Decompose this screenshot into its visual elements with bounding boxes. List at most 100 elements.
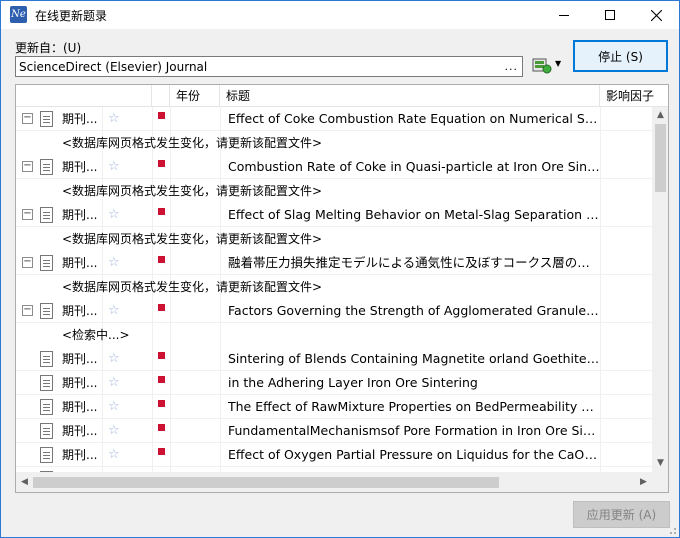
reference-title: Factors Governing the Strength of Agglom… [228, 303, 600, 318]
table-row[interactable]: − 期刊... ☆ Effect of Slag Melting Behavior o… [16, 203, 652, 227]
status-row[interactable]: <数据库网页格式发生变化，请更新该配置文件> [16, 179, 652, 203]
star-icon[interactable]: ☆ [108, 447, 120, 463]
star-icon[interactable]: ☆ [108, 423, 120, 439]
reference-type: 期刊... [62, 400, 98, 414]
star-icon[interactable]: ☆ [108, 207, 120, 223]
header-title[interactable]: 标题 [220, 85, 600, 107]
close-button[interactable] [633, 1, 679, 29]
header-flag[interactable] [152, 85, 170, 107]
document-icon [40, 423, 53, 439]
maximize-icon [605, 10, 615, 20]
document-icon [40, 447, 53, 463]
reference-title: Effect of Coke Combustion Rate Equation … [228, 111, 600, 126]
collapse-icon[interactable]: − [22, 257, 33, 268]
status-message: <数据库网页格式发生变化，请更新该配置文件> [62, 280, 323, 294]
status-row[interactable]: <检索中...> [16, 323, 652, 347]
star-icon[interactable]: ☆ [108, 111, 120, 127]
star-icon[interactable]: ☆ [108, 159, 120, 175]
reference-type: 期刊... [62, 424, 98, 438]
reference-type: 期刊... [62, 256, 98, 270]
table-row[interactable]: − 期刊... ☆ 融着帯圧力損失推定モデルによる通気性に及ぼすコークス層の影響 [16, 251, 652, 275]
title-bar[interactable]: Ne 在线更新题录 [1, 1, 679, 29]
scroll-down-icon[interactable]: ▼ [652, 455, 668, 472]
status-row[interactable]: <数据库网页格式发生变化，请更新该配置文件> [16, 131, 652, 155]
reference-title: Combustion Rate of Coke in Quasi-particl… [228, 159, 600, 174]
flag-icon [158, 304, 165, 311]
reference-title: Effect of Slag Melting Behavior on Metal… [228, 207, 600, 222]
collapse-icon[interactable]: − [22, 161, 33, 172]
header-year[interactable]: 年份 [170, 85, 220, 107]
reference-type: 期刊... [62, 112, 98, 126]
horizontal-scrollbar[interactable]: ◀ ▶ [16, 472, 652, 492]
flag-icon [158, 376, 165, 383]
reference-title: The Effect of RawMixture Properties on B… [228, 399, 600, 414]
reference-type: 期刊... [62, 160, 98, 174]
resize-grip-icon[interactable] [667, 525, 677, 535]
table-row[interactable]: 期刊... ☆ FundamentalMechanismsof Pore Forma… [16, 419, 652, 443]
app-logo-icon: Ne [10, 6, 27, 23]
table-row[interactable]: − 期刊... ☆ Combustion Rate of Coke in Quasi-… [16, 155, 652, 179]
table-row[interactable]: − 期刊... ☆ Effect of Coke Combustion Rate Eq… [16, 107, 652, 131]
status-message: <数据库网页格式发生变化，请更新该配置文件> [62, 232, 323, 246]
document-icon [40, 303, 53, 319]
database-icon[interactable] [532, 56, 552, 74]
flag-icon [158, 256, 165, 263]
maximize-button[interactable] [587, 1, 633, 29]
source-select[interactable]: ScienceDirect (Elsevier) Journal ... [15, 56, 523, 77]
flag-icon [158, 400, 165, 407]
reference-type: 期刊... [62, 376, 98, 390]
reference-type: 期刊... [62, 352, 98, 366]
results-rows: − 期刊... ☆ Effect of Coke Combustion Rate Eq… [16, 107, 652, 472]
star-icon[interactable]: ☆ [108, 303, 120, 319]
collapse-icon[interactable]: − [22, 209, 33, 220]
scroll-left-icon[interactable]: ◀ [16, 472, 33, 492]
table-row[interactable]: 期刊... ☆ in the Adhering Layer Iron Ore Sin… [16, 371, 652, 395]
reference-type: 期刊... [62, 448, 98, 462]
reference-title: in the Adhering Layer Iron Ore Sintering [228, 375, 478, 390]
status-row[interactable]: <数据库网页格式发生变化，请更新该配置文件> [16, 227, 652, 251]
source-value: ScienceDirect (Elsevier) Journal [19, 60, 208, 74]
browse-button[interactable]: ... [505, 60, 519, 73]
scroll-up-icon[interactable]: ▲ [652, 107, 668, 124]
grid-header: 年份 标题 影响因子 [16, 85, 668, 107]
apply-update-button[interactable]: 应用更新 (A) [573, 501, 670, 528]
update-dialog: Ne 在线更新题录 更新自：(U) ScienceDirect (Elsevie… [0, 0, 680, 538]
reference-title: 融着帯圧力損失推定モデルによる通気性に及ぼすコークス層の影響 [228, 255, 600, 270]
star-icon[interactable]: ☆ [108, 255, 120, 271]
status-row[interactable]: <数据库网页格式发生变化，请更新该配置文件> [16, 275, 652, 299]
document-icon [40, 255, 53, 271]
document-icon [40, 375, 53, 391]
star-icon[interactable]: ☆ [108, 375, 120, 391]
stop-button[interactable]: 停止 (S) [573, 40, 668, 72]
status-message: <数据库网页格式发生变化，请更新该配置文件> [62, 184, 323, 198]
table-row[interactable]: 期刊... ☆ Sintering of Blends Containing Mag… [16, 347, 652, 371]
collapse-icon[interactable]: − [22, 113, 33, 124]
results-grid: 年份 标题 影响因子 − 期刊... ☆ Effect of Coke Combust… [15, 84, 669, 493]
flag-icon [158, 352, 165, 359]
scroll-right-icon[interactable]: ▶ [635, 472, 652, 492]
scroll-corner [652, 472, 668, 492]
flag-icon [158, 424, 165, 431]
table-row[interactable]: 期刊... ☆ The Effect of RawMixture Propertie… [16, 395, 652, 419]
reference-title: FundamentalMechanismsof Pore Formation i… [228, 423, 600, 438]
minimize-icon [559, 14, 569, 16]
star-icon[interactable]: ☆ [108, 351, 120, 367]
document-icon [40, 111, 53, 127]
header-blank[interactable] [16, 85, 152, 107]
document-icon [40, 159, 53, 175]
minimize-button[interactable] [541, 1, 587, 29]
database-dropdown-icon[interactable]: ▼ [555, 59, 561, 68]
reference-title: Sintering of Blends Containing Magnetite… [228, 351, 600, 366]
reference-type: 期刊... [62, 304, 98, 318]
table-row[interactable]: − 期刊... ☆ Factors Governing the Strength of… [16, 299, 652, 323]
window-title: 在线更新题录 [35, 9, 108, 23]
table-row[interactable]: 期刊... ☆ Effect of Oxygen Partial Pressure … [16, 443, 652, 467]
star-icon[interactable]: ☆ [108, 399, 120, 415]
horizontal-scroll-thumb[interactable] [33, 477, 499, 488]
document-icon [40, 351, 53, 367]
vertical-scrollbar[interactable]: ▲ ▼ [652, 107, 668, 472]
source-label: 更新自：(U) [15, 41, 82, 55]
vertical-scroll-thumb[interactable] [655, 124, 666, 192]
collapse-icon[interactable]: − [22, 305, 33, 316]
header-impact[interactable]: 影响因子 [600, 85, 668, 107]
